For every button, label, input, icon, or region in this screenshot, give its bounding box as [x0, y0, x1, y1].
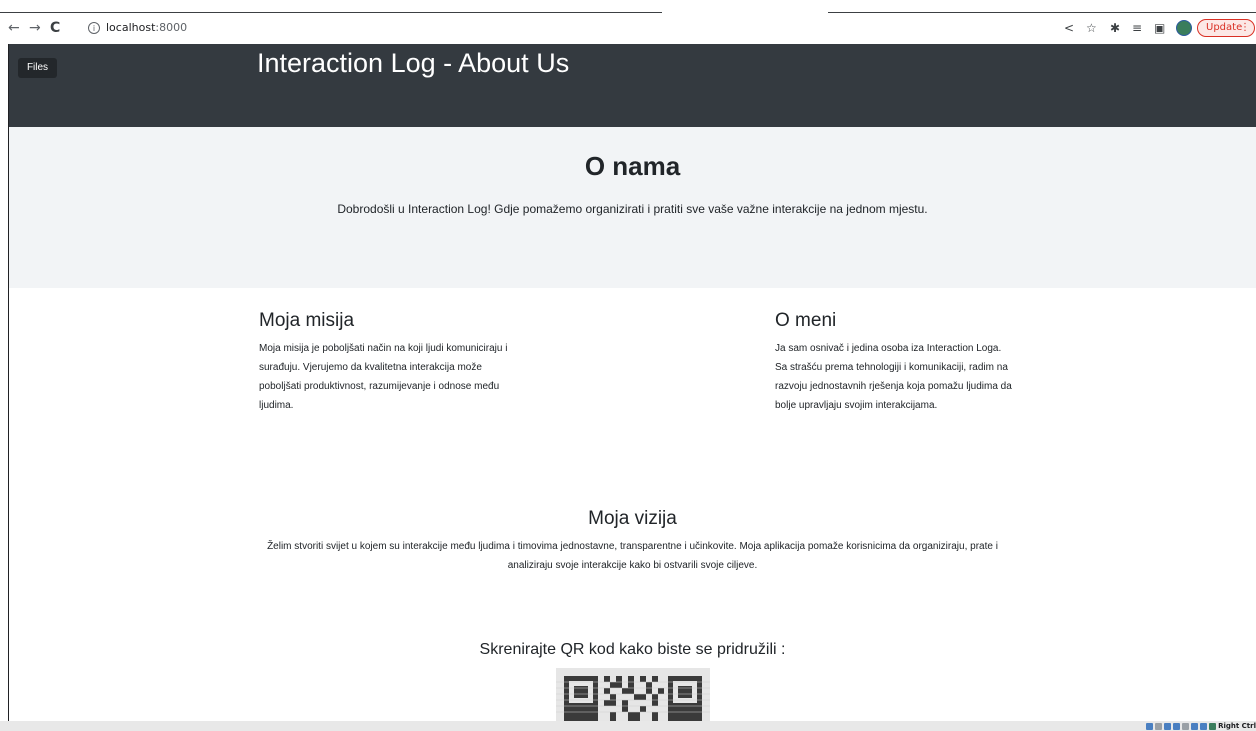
hero-section: O nama Dobrodošli u Interaction Log! Gdj… — [9, 127, 1256, 288]
url-host: localhost — [106, 21, 156, 34]
browser-chrome: ← → C i localhost:8000 < ☆ ✱ ≡ ▣ Update ⋮ — [0, 0, 1256, 44]
address-bar[interactable]: localhost:8000 — [106, 17, 187, 39]
app-navbar: Files Interaction Log - About Us — [9, 44, 1256, 127]
back-icon[interactable]: ← — [8, 17, 20, 39]
browser-toolbar: ← → C i localhost:8000 < ☆ ✱ ≡ ▣ Update ⋮ — [0, 17, 1256, 39]
profile-avatar[interactable] — [1176, 20, 1192, 36]
hero-title: O nama — [584, 151, 681, 181]
bookmark-star-icon[interactable]: ☆ — [1086, 17, 1097, 39]
system-tray: Right Ctrl — [1146, 721, 1256, 731]
reading-list-icon[interactable]: ≡ — [1132, 17, 1142, 39]
kebab-menu-icon[interactable]: ⋮ — [1240, 20, 1250, 36]
qr-code-image — [556, 668, 710, 722]
tray-icon — [1146, 722, 1154, 730]
mission-text: Moja misija je poboljšati način na koji … — [259, 343, 508, 411]
reload-icon[interactable]: C — [50, 17, 60, 39]
mission-section: Moja misija Moja misija je poboljšati na… — [259, 309, 509, 415]
vision-title: Moja vizija — [588, 508, 677, 529]
forward-icon[interactable]: → — [29, 17, 41, 39]
update-label: Update — [1206, 22, 1243, 33]
tab-strip-line — [0, 12, 1256, 13]
tray-icon — [1164, 722, 1172, 730]
share-icon[interactable]: < — [1064, 17, 1074, 39]
about-me-text: Ja sam osnivač i jedina osoba iza Intera… — [775, 343, 1012, 411]
tray-icon — [1155, 722, 1163, 730]
tray-icon — [1173, 722, 1181, 730]
site-info-icon[interactable]: i — [88, 22, 100, 34]
side-panel-icon[interactable]: ▣ — [1154, 17, 1165, 39]
tray-label: Right Ctrl — [1218, 722, 1256, 730]
qr-title: Skrenirajte QR kod kako biste se pridruž… — [479, 641, 786, 658]
hero-text: Dobrodošli u Interaction Log! Gdje pomaž… — [337, 202, 928, 216]
about-me-title: O meni — [775, 310, 837, 331]
tray-icon — [1200, 722, 1208, 730]
host-taskbar: Right Ctrl — [0, 721, 1256, 731]
extensions-icon[interactable]: ✱ — [1110, 17, 1120, 39]
update-button[interactable]: Update ⋮ — [1197, 19, 1255, 37]
tray-icon — [1182, 722, 1190, 730]
files-button[interactable]: Files — [18, 58, 57, 78]
vision-section: Moja vizija Želim stvoriti svijet u koje… — [9, 507, 1256, 575]
tray-icon — [1209, 722, 1217, 730]
url-port: :8000 — [155, 21, 188, 34]
qr-code-graphic — [556, 668, 710, 722]
navbar-brand[interactable]: Interaction Log - About Us — [257, 46, 569, 80]
tray-icon — [1191, 722, 1199, 730]
vision-text: Želim stvoriti svijet u kojem su interak… — [267, 541, 998, 571]
about-me-section: O meni Ja sam osnivač i jedina osoba iza… — [775, 309, 1015, 415]
mission-title: Moja misija — [259, 310, 355, 331]
